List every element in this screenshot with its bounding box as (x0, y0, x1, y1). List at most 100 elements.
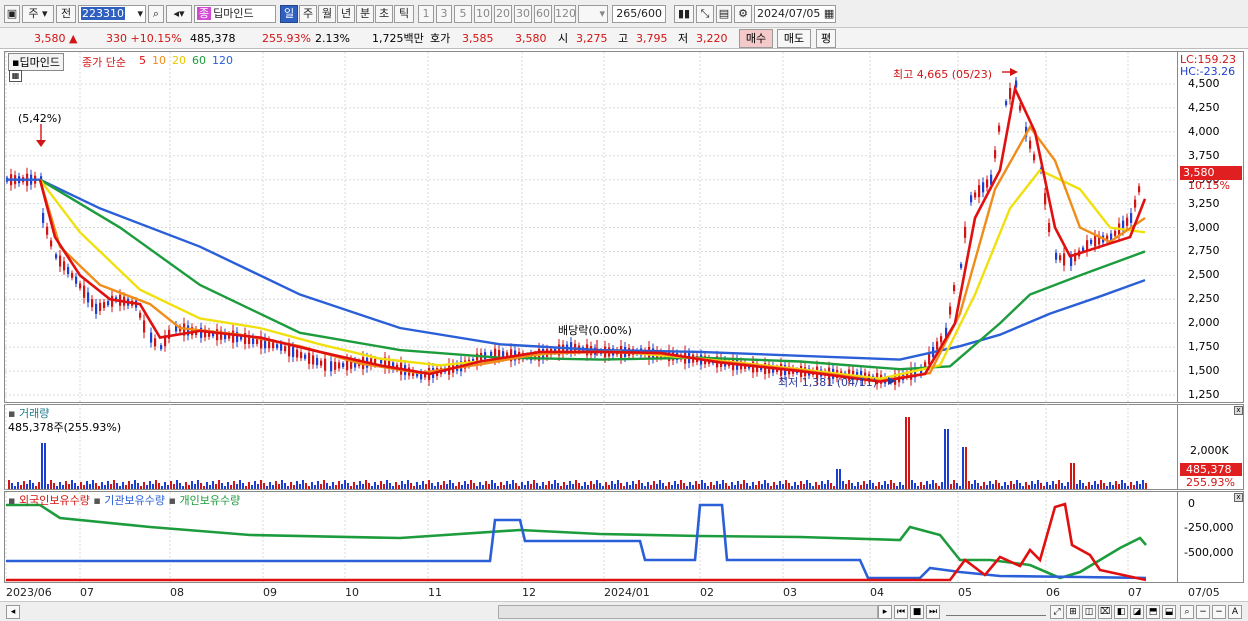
volume-bar (824, 484, 826, 489)
font-size-icon[interactable]: A (1228, 605, 1242, 619)
volume-bar (749, 486, 751, 489)
volume-close-icon[interactable]: x (1234, 406, 1243, 415)
volume-bar (443, 481, 445, 489)
price-tick-6: 3,000 (1188, 220, 1220, 234)
volume-bar (146, 485, 148, 489)
volume-bar (1007, 485, 1009, 489)
candle-body (330, 361, 333, 372)
x-tick-0: 2023/06 (6, 586, 52, 599)
tool-3-icon[interactable]: ◫ (1082, 605, 1096, 619)
volume-bar (176, 480, 178, 489)
candle-body (168, 329, 171, 339)
volume-bar (863, 481, 865, 489)
tool-4-icon[interactable]: ⌧ (1098, 605, 1112, 619)
volume-bar (584, 482, 586, 489)
volume-bar (1136, 481, 1138, 489)
volume-bar (470, 480, 472, 489)
volume-bar (230, 485, 232, 489)
volume-bar (314, 485, 316, 489)
volume-bar (215, 484, 217, 489)
volume-bar (1052, 481, 1054, 489)
volume-bar (797, 485, 799, 489)
volume-bar (902, 485, 904, 489)
volume-bar (848, 480, 850, 489)
volume-bar (41, 443, 43, 489)
volume-bar (542, 482, 544, 489)
volume-bar (761, 484, 763, 489)
stop-icon[interactable]: ■ (910, 605, 924, 619)
zoom-slider[interactable] (946, 608, 1046, 616)
volume-bar (503, 485, 505, 489)
price-tick-5: 3,250 (1188, 196, 1220, 210)
volume-bar (170, 481, 172, 489)
volume-bar (794, 482, 796, 489)
volume-bar (1094, 481, 1096, 489)
volume-bar (1091, 485, 1093, 489)
volume-bar (1088, 482, 1090, 489)
scrollbar-thumb[interactable] (498, 605, 878, 619)
volume-bar (293, 485, 295, 489)
volume-bar (881, 485, 883, 489)
volume-bar (203, 486, 205, 489)
volume-bar (341, 484, 343, 489)
volume-bar (155, 480, 157, 489)
volume-bar (521, 482, 523, 489)
volume-bar (50, 480, 52, 489)
volume-bar (74, 483, 76, 489)
candle-body (111, 295, 114, 307)
volume-bar (698, 484, 700, 489)
volume-bar (89, 484, 91, 489)
volume-bar (482, 485, 484, 489)
volume-bar (287, 486, 289, 489)
candle-body (1063, 253, 1066, 266)
tool-6-icon[interactable]: ◪ (1130, 605, 1144, 619)
tool-7-icon[interactable]: ⬒ (1146, 605, 1160, 619)
volume-bar (575, 480, 577, 489)
zoom-out-icon[interactable]: − (1196, 605, 1210, 619)
tool-1-icon[interactable]: ⤢ (1050, 605, 1064, 619)
volume-bar (185, 482, 187, 489)
grid-icon[interactable]: ▦ (9, 70, 22, 82)
candle-body (284, 346, 287, 352)
volume-bar (737, 481, 739, 489)
magnify-icon[interactable]: ⌕ (1180, 605, 1194, 619)
volume-bar (1103, 483, 1105, 489)
tool-5-icon[interactable]: ◧ (1114, 605, 1128, 619)
volume-bar (479, 482, 481, 489)
volume-bar (419, 485, 421, 489)
volume-bar (722, 480, 724, 489)
scroll-end-icon[interactable]: ⏭ (926, 605, 940, 619)
volume-bar (962, 447, 964, 489)
holding-close-icon[interactable]: x (1234, 493, 1243, 502)
candle-body (71, 272, 74, 278)
tool-2-icon[interactable]: ⊞ (1066, 605, 1080, 619)
price-panel-name[interactable]: ▪딥마인드 (8, 53, 64, 71)
x-tick-6: 12 (522, 586, 536, 599)
volume-value-label: 485,378주(255.93%) (8, 421, 122, 434)
x-tick-4: 10 (345, 586, 359, 599)
volume-bar (92, 480, 94, 489)
volume-bar (764, 480, 766, 489)
scroll-right-icon[interactable]: ▸ (878, 605, 892, 619)
volume-bar (890, 480, 892, 489)
volume-bar (23, 481, 25, 489)
scroll-left-icon[interactable]: ◂ (6, 605, 20, 619)
chart-canvas[interactable] (0, 0, 1248, 621)
candle-body (42, 212, 45, 223)
volume-bar (449, 480, 451, 489)
volume-bar (788, 483, 790, 489)
volume-bar (113, 480, 115, 489)
candle-body (1033, 154, 1036, 161)
scroll-start-icon[interactable]: ⏮ (894, 605, 908, 619)
candle-body (103, 302, 106, 309)
candle-body (978, 185, 981, 198)
volume-bar (989, 481, 991, 489)
candle-body (1138, 186, 1141, 193)
volume-bar (569, 481, 571, 489)
volume-bar (332, 482, 334, 489)
volume-bar (1076, 484, 1078, 489)
volume-bar (980, 486, 982, 489)
volume-bar (1037, 480, 1039, 489)
tool-8-icon[interactable]: ⬓ (1162, 605, 1176, 619)
minus-icon[interactable]: − (1212, 605, 1226, 619)
